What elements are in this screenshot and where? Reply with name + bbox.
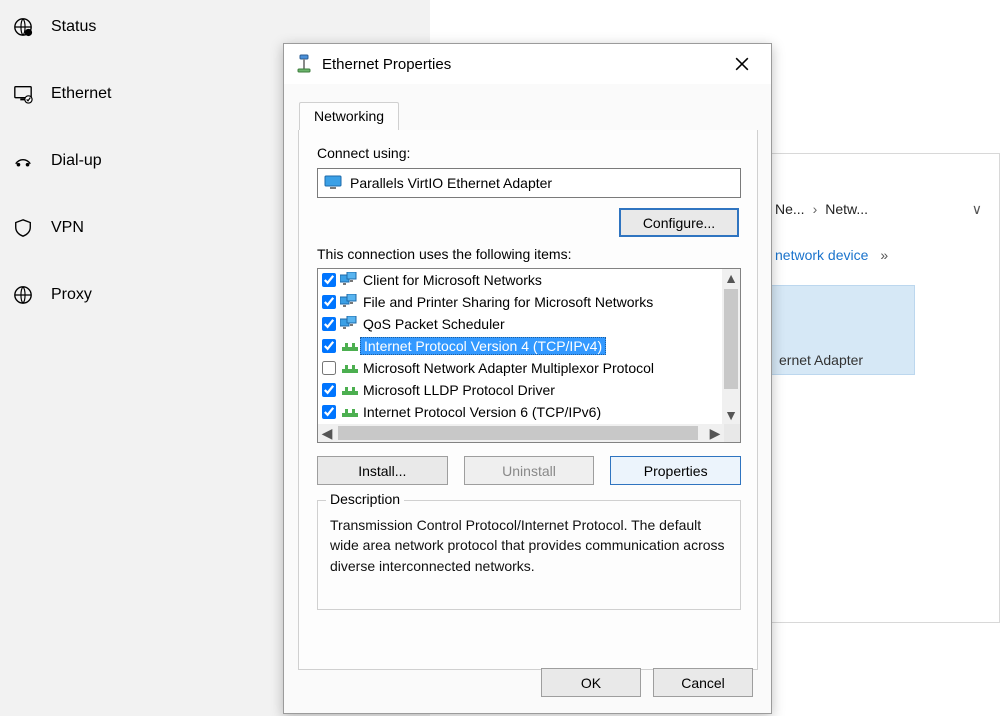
proxy-icon xyxy=(12,284,34,306)
scroll-thumb[interactable] xyxy=(724,289,738,389)
connection-item-checkbox[interactable] xyxy=(322,405,336,419)
connection-item[interactable]: Microsoft Network Adapter Multiplexor Pr… xyxy=(318,357,722,379)
install-button[interactable]: Install... xyxy=(317,456,448,485)
adapter-tile[interactable]: ernet Adapter xyxy=(770,285,915,375)
connection-item-checkbox[interactable] xyxy=(322,339,336,353)
monitors-icon xyxy=(340,294,360,310)
breadcrumb: Ne... › Netw... ∨ xyxy=(775,195,1000,223)
scroll-right-icon[interactable]: ▶ xyxy=(706,424,724,442)
tab-networking[interactable]: Networking xyxy=(299,102,399,131)
connection-item[interactable]: File and Printer Sharing for Microsoft N… xyxy=(318,291,722,313)
adapter-tile-label: ernet Adapter xyxy=(779,352,906,368)
description-legend: Description xyxy=(326,491,404,507)
connection-item[interactable]: QoS Packet Scheduler xyxy=(318,313,722,335)
connection-item-label[interactable]: Client for Microsoft Networks xyxy=(360,272,545,288)
connection-item-label[interactable]: QoS Packet Scheduler xyxy=(360,316,508,332)
connection-item-checkbox[interactable] xyxy=(322,361,336,375)
chevron-right-icon: › xyxy=(813,201,818,217)
scroll-thumb[interactable] xyxy=(338,426,698,440)
connect-using-label: Connect using: xyxy=(317,145,410,161)
sidebar-item-label: Status xyxy=(51,18,96,36)
scroll-up-icon[interactable]: ▲ xyxy=(722,269,740,287)
connection-item-checkbox[interactable] xyxy=(322,317,336,331)
connection-item[interactable]: Microsoft LLDP Protocol Driver xyxy=(318,379,722,401)
network-stack-icon xyxy=(340,382,360,398)
connection-item-checkbox[interactable] xyxy=(322,295,336,309)
connection-item-checkbox[interactable] xyxy=(322,383,336,397)
ethernet-properties-dialog: Ethernet Properties Networking Connect u… xyxy=(283,43,772,714)
ethernet-icon xyxy=(12,83,34,105)
connection-item[interactable]: Client for Microsoft Networks xyxy=(318,269,722,291)
cancel-button[interactable]: Cancel xyxy=(653,668,753,697)
connection-item-label[interactable]: Microsoft Network Adapter Multiplexor Pr… xyxy=(360,360,657,376)
properties-button[interactable]: Properties xyxy=(610,456,741,485)
connection-item-label[interactable]: File and Printer Sharing for Microsoft N… xyxy=(360,294,656,310)
breadcrumb-item[interactable]: Netw... xyxy=(825,201,868,217)
sidebar-item-label: VPN xyxy=(51,219,84,237)
uninstall-button: Uninstall xyxy=(464,456,595,485)
connection-item[interactable]: Internet Protocol Version 6 (TCP/IPv6) xyxy=(318,401,722,423)
network-stack-icon xyxy=(340,404,360,420)
toolbar: network device » xyxy=(775,247,1000,263)
dialup-icon xyxy=(12,150,34,172)
scroll-down-icon[interactable]: ▼ xyxy=(722,406,740,424)
toolbar-disable-device[interactable]: network device xyxy=(775,247,868,263)
connection-item-label[interactable]: Microsoft LLDP Protocol Driver xyxy=(360,382,558,398)
configure-button[interactable]: Configure... xyxy=(619,208,739,237)
scroll-left-icon[interactable]: ◀ xyxy=(318,424,336,442)
adapter-name: Parallels VirtIO Ethernet Adapter xyxy=(350,175,552,191)
vpn-icon xyxy=(12,217,34,239)
description-text: Transmission Control Protocol/Internet P… xyxy=(318,501,740,590)
scroll-corner xyxy=(724,424,741,442)
status-icon xyxy=(12,16,34,38)
connection-item-checkbox[interactable] xyxy=(322,273,336,287)
connection-item[interactable]: Internet Protocol Version 4 (TCP/IPv4) xyxy=(318,335,722,357)
chevron-right-icon: » xyxy=(880,247,888,263)
connection-items-list: Client for Microsoft Networks File and Pr… xyxy=(317,268,741,443)
ok-button[interactable]: OK xyxy=(541,668,641,697)
dialog-title: Ethernet Properties xyxy=(322,56,451,73)
sidebar-item-label: Dial-up xyxy=(51,152,102,170)
sidebar-item-label: Ethernet xyxy=(51,85,111,103)
monitors-icon xyxy=(340,272,360,288)
chevron-down-icon[interactable]: ∨ xyxy=(972,201,982,218)
breadcrumb-item[interactable]: Ne... xyxy=(775,201,805,217)
monitors-icon xyxy=(340,316,360,332)
items-label: This connection uses the following items… xyxy=(317,246,571,262)
description-fieldset: Description Transmission Control Protoco… xyxy=(317,500,741,610)
adapter-box[interactable]: Parallels VirtIO Ethernet Adapter xyxy=(317,168,741,198)
connection-item-label[interactable]: Internet Protocol Version 6 (TCP/IPv6) xyxy=(360,404,604,420)
ethernet-icon xyxy=(296,54,312,74)
sidebar-item-label: Proxy xyxy=(51,286,92,304)
network-stack-icon xyxy=(340,338,360,354)
close-button[interactable] xyxy=(721,49,763,79)
titlebar: Ethernet Properties xyxy=(284,44,771,84)
tab-body: Connect using: Parallels VirtIO Ethernet… xyxy=(298,130,758,670)
horizontal-scrollbar[interactable]: ◀ ▶ xyxy=(318,424,741,442)
network-stack-icon xyxy=(340,360,360,376)
connection-item-label[interactable]: Internet Protocol Version 4 (TCP/IPv4) xyxy=(360,337,606,355)
tab-strip: Networking xyxy=(298,102,758,131)
monitor-icon xyxy=(324,175,342,191)
vertical-scrollbar[interactable]: ▲ ▼ xyxy=(722,269,740,424)
